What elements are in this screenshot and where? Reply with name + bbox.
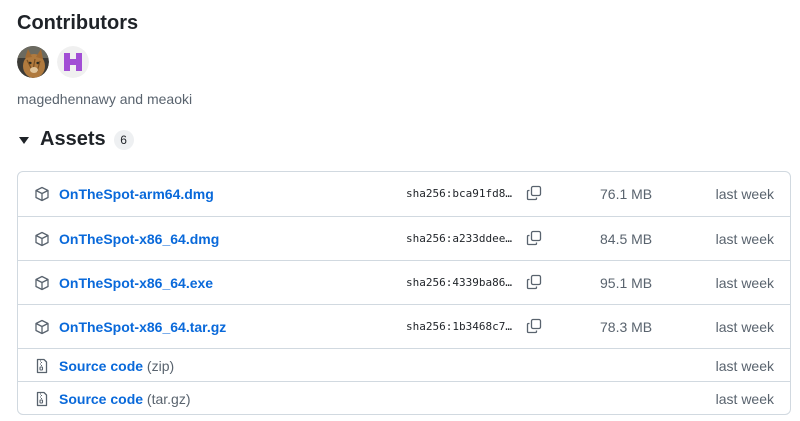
asset-date: last week <box>715 186 774 202</box>
copy-sha-button[interactable] <box>524 272 544 292</box>
asset-date: last week <box>715 358 774 374</box>
assets-header: Assets 6 <box>17 128 134 151</box>
file-zip-icon <box>36 358 48 374</box>
copy-icon <box>526 185 542 201</box>
asset-size: 95.1 MB <box>600 275 653 291</box>
asset-date: last week <box>715 231 774 247</box>
avatar-meaoki[interactable] <box>57 46 89 78</box>
copy-icon <box>526 318 542 334</box>
source-code-label: Source code <box>59 358 144 374</box>
copy-sha-button[interactable] <box>524 183 544 203</box>
copy-icon <box>526 274 542 290</box>
contributor-avatars <box>17 46 89 78</box>
source-code-row: Source code (zip) last week <box>18 348 790 381</box>
avatar-magedhennawy[interactable] <box>17 46 49 78</box>
asset-download-link[interactable]: OnTheSpot-x86_64.exe <box>59 275 213 291</box>
asset-date: last week <box>715 319 774 335</box>
source-code-row: Source code (tar.gz) last week <box>18 381 790 414</box>
assets-title[interactable]: Assets <box>40 128 106 151</box>
contributor-names: magedhennawy and meaoki <box>17 91 193 107</box>
asset-download-link[interactable]: OnTheSpot-x86_64.tar.gz <box>59 319 226 335</box>
source-code-targz-link[interactable]: Source code (tar.gz) <box>59 391 191 407</box>
asset-row: OnTheSpot-x86_64.tar.gz sha256:1b3468c7…… <box>18 304 790 348</box>
asset-date: last week <box>715 391 774 407</box>
asset-sha256: sha256:1b3468c7… <box>406 320 512 333</box>
source-code-label: Source code <box>59 391 144 407</box>
assets-list: OnTheSpot-arm64.dmg sha256:bca91fd8… 76.… <box>17 171 791 415</box>
package-icon <box>35 231 49 247</box>
copy-sha-button[interactable] <box>524 228 544 248</box>
purple-identicon-avatar-icon <box>57 46 89 78</box>
asset-row: OnTheSpot-arm64.dmg sha256:bca91fd8… 76.… <box>18 172 790 216</box>
asset-sha256: sha256:a233ddee… <box>406 232 512 245</box>
asset-row: OnTheSpot-x86_64.dmg sha256:a233ddee… 84… <box>18 216 790 260</box>
package-icon <box>35 319 49 335</box>
contributors-title: Contributors <box>17 12 139 34</box>
asset-sha256: sha256:4339ba86… <box>406 276 512 289</box>
asset-sha256: sha256:bca91fd8… <box>406 187 512 200</box>
asset-row: OnTheSpot-x86_64.exe sha256:4339ba86… 95… <box>18 260 790 304</box>
asset-size: 84.5 MB <box>600 231 653 247</box>
assets-count-badge: 6 <box>113 129 134 150</box>
copy-icon <box>526 230 542 246</box>
source-code-ext: (tar.gz) <box>146 391 191 407</box>
source-code-ext: (zip) <box>146 358 175 374</box>
asset-date: last week <box>715 275 774 291</box>
source-code-zip-link[interactable]: Source code (zip) <box>59 358 174 374</box>
asset-download-link[interactable]: OnTheSpot-arm64.dmg <box>59 186 214 202</box>
file-zip-icon <box>36 391 48 407</box>
asset-size: 76.1 MB <box>600 186 653 202</box>
asset-download-link[interactable]: OnTheSpot-x86_64.dmg <box>59 231 219 247</box>
package-icon <box>35 275 49 291</box>
asset-size: 78.3 MB <box>600 319 653 335</box>
package-icon <box>35 186 49 202</box>
caret-down-icon[interactable] <box>17 133 31 147</box>
copy-sha-button[interactable] <box>524 316 544 336</box>
cat-photo-avatar-icon <box>17 46 49 78</box>
